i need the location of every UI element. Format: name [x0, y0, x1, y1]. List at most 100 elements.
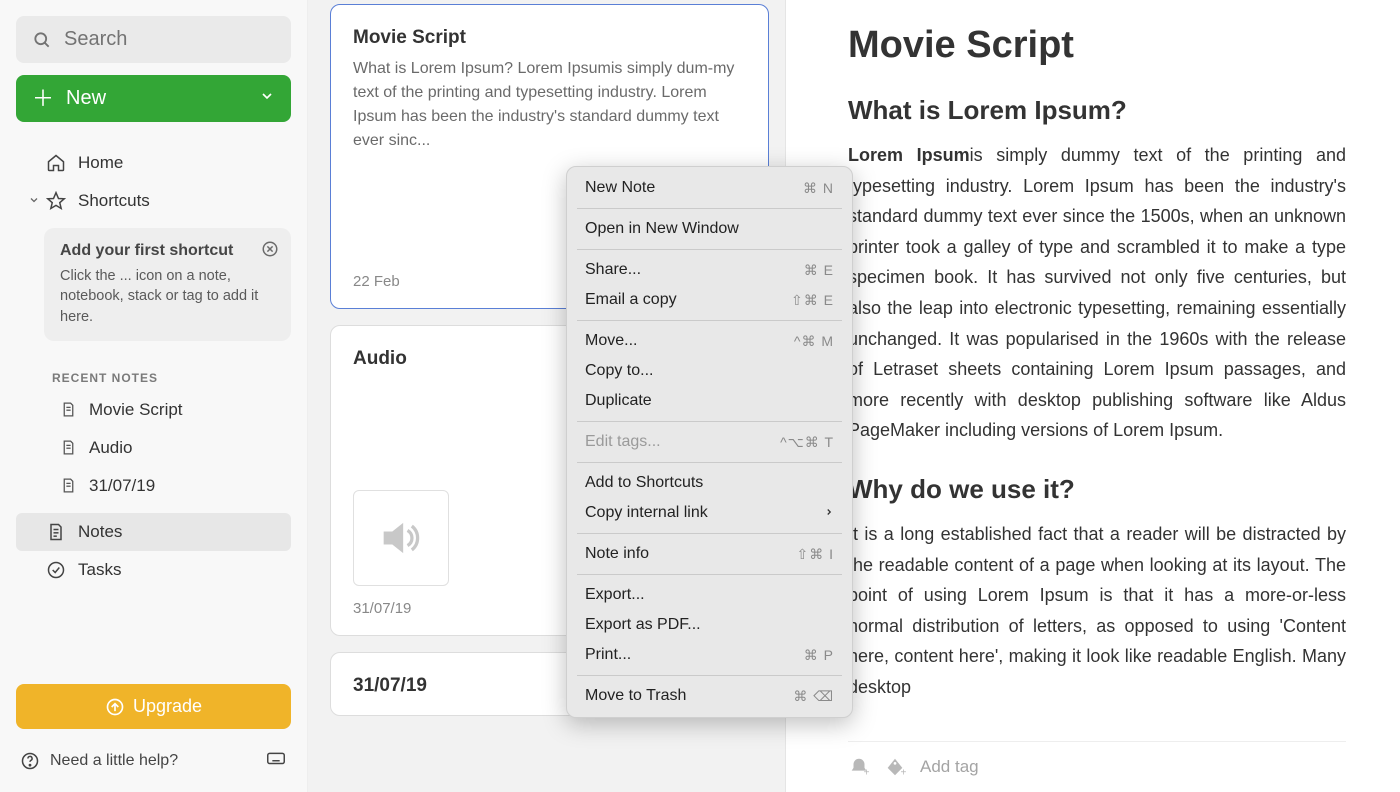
search-placeholder: Search — [64, 28, 127, 51]
chevron-down-icon — [259, 87, 275, 110]
help-row: Need a little help? — [16, 741, 291, 776]
reminder-icon[interactable]: + — [848, 756, 870, 778]
note-icon — [60, 439, 77, 456]
svg-text:+: + — [901, 767, 907, 778]
menu-item[interactable]: Note info ⇧⌘ I — [567, 539, 852, 569]
search-icon — [32, 30, 52, 50]
recent-note-item[interactable]: Audio — [16, 429, 291, 467]
audio-thumbnail — [353, 490, 449, 586]
menu-item[interactable]: Move to Trash ⌘ ⌫ — [567, 681, 852, 711]
menu-item-label: Note info — [585, 545, 649, 563]
editor-content[interactable]: Movie Script What is Lorem Ipsum? Lorem … — [848, 24, 1346, 741]
menu-item-label: Share... — [585, 261, 641, 279]
menu-item: Edit tags...^⌥⌘ T — [567, 427, 852, 457]
recent-notes-header: RECENT NOTES — [52, 371, 291, 385]
upgrade-label: Upgrade — [133, 696, 202, 717]
editor-pane: Movie Script What is Lorem Ipsum? Lorem … — [786, 0, 1400, 792]
paragraph: Lorem Ipsumis simply dummy text of the p… — [848, 140, 1346, 446]
menu-item[interactable]: Add to Shortcuts — [567, 468, 852, 498]
nav-tasks[interactable]: Tasks — [16, 551, 291, 589]
note-icon — [60, 477, 77, 494]
body-text: is simply dummy text of the printing and… — [848, 145, 1346, 440]
menu-shortcut: ⌘ P — [804, 647, 834, 664]
menu-shortcut: ⇧⌘ E — [791, 292, 834, 309]
menu-item-label: Copy to... — [585, 362, 653, 380]
note-icon — [60, 401, 77, 418]
menu-item[interactable]: Print... ⌘ P — [567, 640, 852, 670]
menu-divider — [577, 574, 842, 575]
new-label: New — [66, 87, 106, 110]
context-menu: New Note ⌘ N Open in New Window Share... ⌘ E… — [566, 166, 853, 718]
menu-divider — [577, 421, 842, 422]
keyboard-icon[interactable] — [265, 747, 287, 774]
menu-item-label: Print... — [585, 646, 631, 664]
menu-item-label: Duplicate — [585, 392, 652, 410]
menu-divider — [577, 208, 842, 209]
menu-item[interactable]: Move... ^⌘ M — [567, 326, 852, 356]
menu-item-label: Add to Shortcuts — [585, 474, 703, 492]
shortcut-hint-card: Add your first shortcut Click the ... ic… — [44, 228, 291, 341]
menu-divider — [577, 249, 842, 250]
nav-notes[interactable]: Notes — [16, 513, 291, 551]
menu-item-label: Export as PDF... — [585, 616, 701, 634]
heading: What is Lorem Ipsum? — [848, 95, 1346, 126]
search-input[interactable]: Search — [16, 16, 291, 63]
note-preview: What is Lorem Ipsum? Lorem Ipsumis simpl… — [353, 57, 746, 153]
help-icon — [20, 751, 40, 771]
close-icon[interactable] — [261, 240, 279, 262]
tag-icon[interactable]: + — [884, 756, 906, 778]
menu-divider — [577, 462, 842, 463]
menu-divider — [577, 320, 842, 321]
new-button[interactable]: ＋ New — [16, 75, 291, 122]
menu-item[interactable]: Copy to... — [567, 356, 852, 386]
menu-divider — [577, 675, 842, 676]
speaker-icon — [375, 512, 427, 564]
menu-shortcut: ^⌘ M — [794, 333, 834, 350]
menu-item-label: Move... — [585, 332, 637, 350]
menu-item[interactable]: Duplicate — [567, 386, 852, 416]
upgrade-button[interactable]: Upgrade — [16, 684, 291, 729]
menu-item[interactable]: Export... — [567, 580, 852, 610]
svg-text:+: + — [864, 767, 870, 778]
menu-item[interactable]: Copy internal link — [567, 498, 852, 528]
chevron-right-icon — [824, 504, 834, 522]
recent-note-label: Audio — [89, 438, 132, 458]
menu-item-label: Open in New Window — [585, 220, 739, 238]
nav-notes-label: Notes — [78, 522, 122, 542]
menu-shortcut: ⌘ E — [804, 262, 834, 279]
menu-shortcut: ⌘ ⌫ — [793, 688, 834, 705]
recent-note-label: Movie Script — [89, 400, 183, 420]
menu-shortcut: ⌘ N — [803, 180, 834, 197]
editor-footer: + + Add tag — [848, 741, 1346, 792]
help-button[interactable]: Need a little help? — [20, 751, 178, 771]
paragraph: It is a long established fact that a rea… — [848, 519, 1346, 703]
menu-item-label: New Note — [585, 179, 655, 197]
menu-item[interactable]: Export as PDF... — [567, 610, 852, 640]
add-tag-label[interactable]: Add tag — [920, 757, 979, 777]
menu-item-label: Email a copy — [585, 291, 677, 309]
menu-shortcut: ⇧⌘ I — [796, 546, 834, 563]
menu-item[interactable]: Email a copy ⇧⌘ E — [567, 285, 852, 315]
note-title: Movie Script — [353, 27, 746, 49]
menu-item-label: Edit tags... — [585, 433, 661, 451]
page-title: Movie Script — [848, 24, 1346, 67]
bold-text: Lorem Ipsum — [848, 145, 970, 165]
help-label: Need a little help? — [50, 752, 178, 770]
menu-item[interactable]: Open in New Window — [567, 214, 852, 244]
plus-icon: ＋ — [32, 88, 54, 110]
menu-item-label: Move to Trash — [585, 687, 686, 705]
shortcut-card-title: Add your first shortcut — [60, 242, 275, 260]
recent-note-item[interactable]: Movie Script — [16, 391, 291, 429]
menu-item[interactable]: New Note ⌘ N — [567, 173, 852, 203]
nav-home[interactable]: Home — [16, 144, 291, 182]
menu-item-label: Export... — [585, 586, 645, 604]
tasks-icon — [46, 560, 66, 580]
nav-shortcuts[interactable]: Shortcuts — [16, 182, 291, 220]
recent-note-item[interactable]: 31/07/19 — [16, 467, 291, 505]
menu-item[interactable]: Share... ⌘ E — [567, 255, 852, 285]
chevron-down-icon[interactable] — [28, 191, 42, 211]
heading: Why do we use it? — [848, 474, 1346, 505]
nav-shortcuts-label: Shortcuts — [78, 191, 150, 211]
star-icon — [46, 191, 66, 211]
notes-icon — [46, 522, 66, 542]
